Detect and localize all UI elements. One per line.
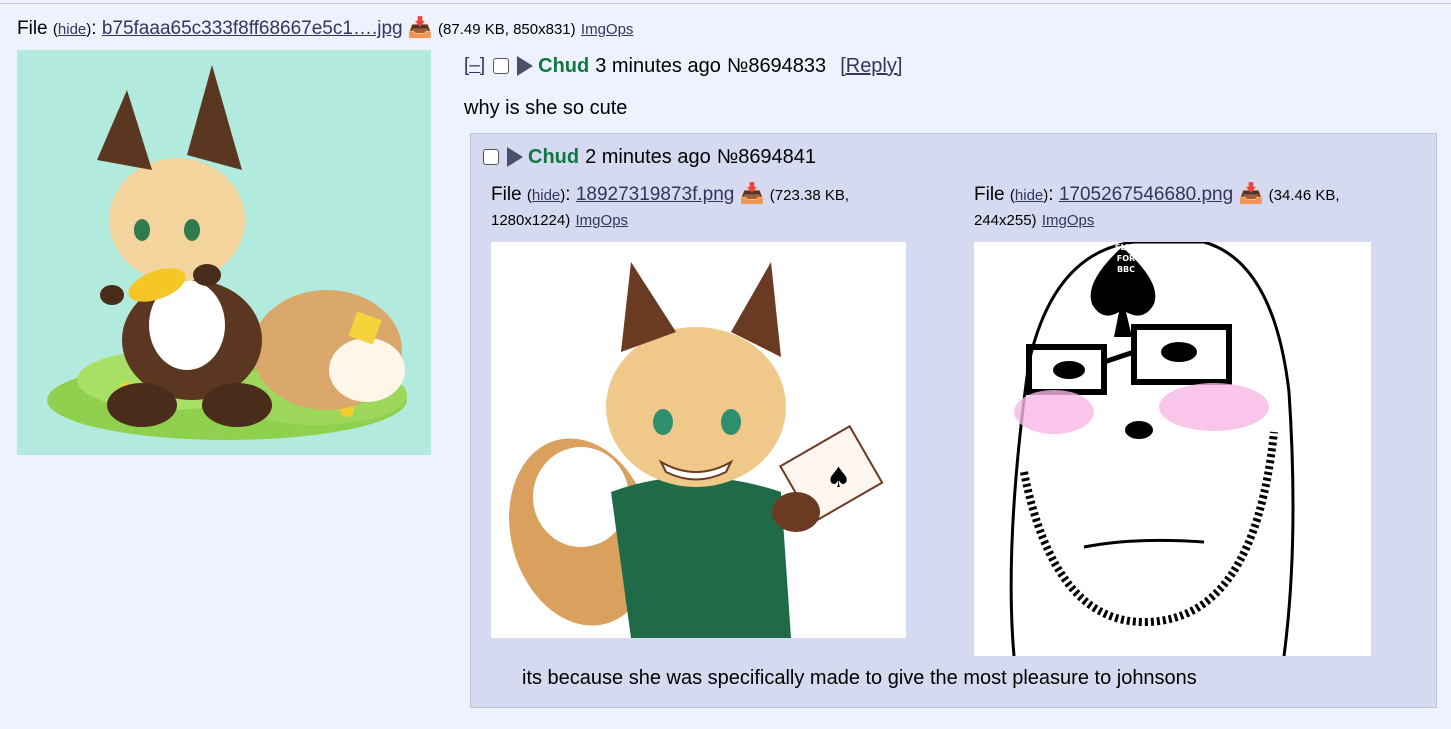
post-date: 3 minutes ago: [595, 55, 721, 77]
op-filename-link[interactable]: b75faaa65c333f8ff68667e5c1….jpg: [102, 18, 403, 39]
file-size: (87.49 KB, 850x831): [438, 21, 576, 38]
file-dimensions: 244x255): [974, 212, 1037, 229]
download-icon[interactable]: 📥: [740, 183, 765, 205]
op-select-checkbox[interactable]: [493, 58, 510, 74]
hide-post-toggle[interactable]: [–]: [464, 53, 485, 79]
reply-file-1-info: File (hide): 18927319873f.png 📥 (723.38 …: [491, 183, 850, 229]
download-icon[interactable]: 📥: [1238, 183, 1263, 205]
op-message: why is she so cute: [464, 97, 628, 119]
file-label: File: [491, 184, 522, 205]
file-size: (34.46 KB,: [1268, 187, 1340, 204]
imgops-link[interactable]: ImgOps: [1042, 212, 1095, 229]
file-label: File: [974, 184, 1005, 205]
poster-name: Chud: [538, 55, 590, 77]
reply-image-2[interactable]: SLUT FOR BBC: [974, 242, 1371, 656]
post-number[interactable]: №8694841: [717, 144, 816, 170]
top-divider: [0, 3, 1451, 4]
hide-file-link[interactable]: hide: [1015, 187, 1043, 204]
hide-file-link[interactable]: hide: [532, 187, 560, 204]
reply-filename-2-link[interactable]: 1705267546680.png: [1059, 184, 1233, 205]
imgops-link[interactable]: ImgOps: [581, 21, 634, 38]
op-image[interactable]: [17, 50, 431, 455]
triangle-right-icon[interactable]: [507, 147, 523, 167]
spade-text-line: BBC: [1116, 265, 1136, 274]
file-label: File: [17, 18, 48, 39]
op-image-art: [47, 65, 407, 440]
reply-select-checkbox[interactable]: [483, 149, 499, 165]
poster-name: Chud: [528, 146, 580, 168]
spade-text: SLUT FOR BBC: [1106, 242, 1146, 275]
imgops-link[interactable]: ImgOps: [576, 212, 629, 229]
post-date: 2 minutes ago: [585, 146, 711, 168]
file-dimensions: 1280x1224): [491, 212, 571, 229]
reply-filename-1-link[interactable]: 18927319873f.png: [576, 184, 735, 205]
op-post-header: [–] Chud 3 minutes ago №8694833 [Reply]: [464, 53, 902, 79]
download-icon[interactable]: 📥: [408, 17, 433, 39]
triangle-right-icon[interactable]: [517, 56, 534, 76]
reply-file-2-info: File (hide): 1705267546680.png 📥 (34.46 …: [974, 183, 1340, 229]
op-file-info: File (hide): b75faaa65c333f8ff68667e5c1……: [17, 17, 634, 39]
spade-icon: ♠: [826, 461, 851, 494]
reply-image-2-art: [1009, 242, 1295, 656]
post-number[interactable]: №8694833: [727, 53, 826, 79]
reply-post-header: Chud 2 minutes ago №8694841: [483, 144, 830, 170]
reply-image-1[interactable]: ♠: [491, 242, 906, 638]
reply-link[interactable]: [Reply]: [840, 53, 902, 79]
file-size: (723.38 KB,: [769, 187, 850, 204]
reply-image-1-art: ♠: [509, 262, 884, 638]
reply-message: its because she was specifically made to…: [522, 667, 1197, 689]
spade-text-line: SLUT: [1114, 243, 1138, 252]
hide-file-link[interactable]: hide: [58, 21, 86, 38]
spade-text-line: FOR: [1116, 254, 1136, 263]
